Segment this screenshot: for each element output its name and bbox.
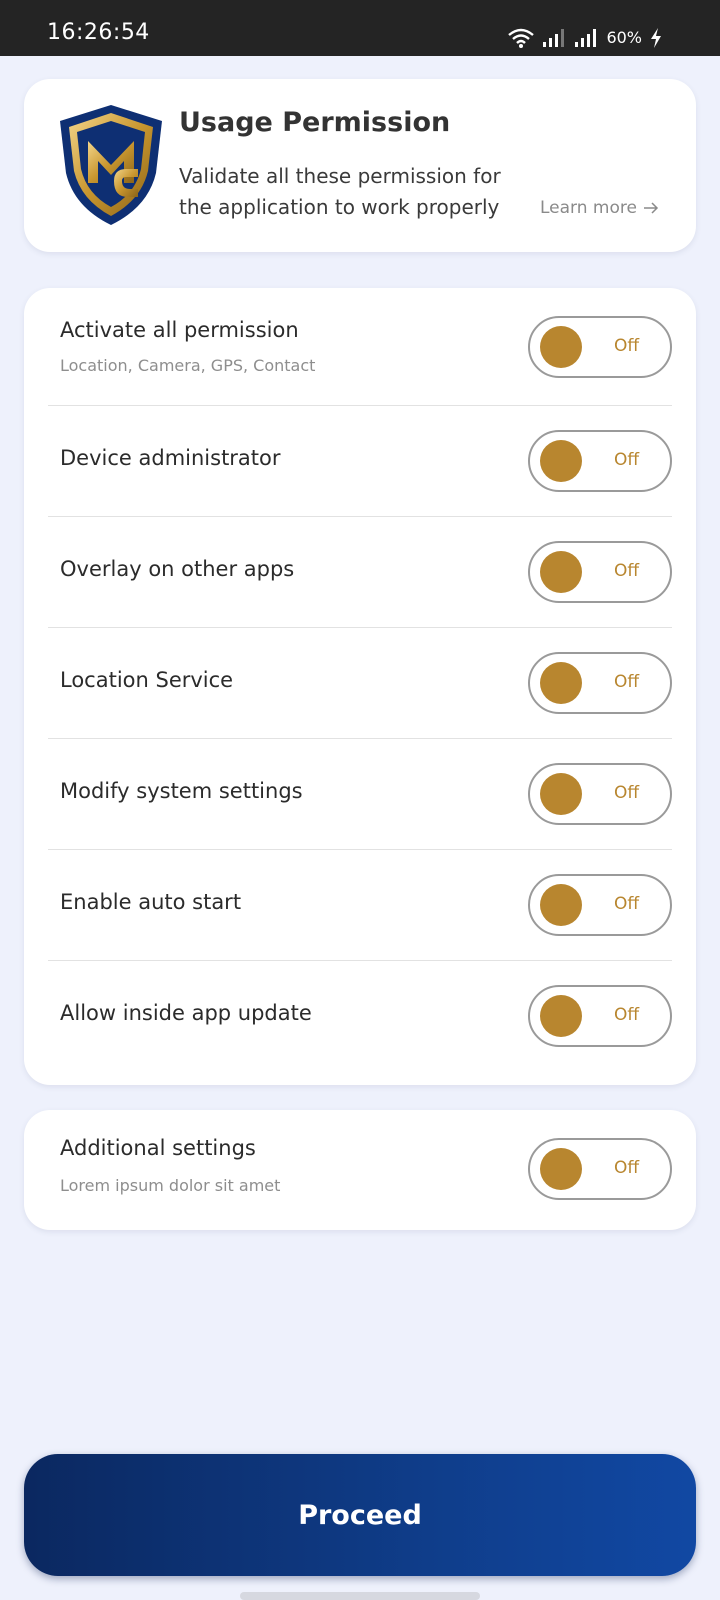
additional-settings-title: Additional settings [60, 1136, 256, 1160]
location-toggle[interactable]: Off [528, 652, 672, 714]
overlay-toggle[interactable]: Off [528, 541, 672, 603]
permission-row-modify-settings: Modify system settings Off [48, 739, 672, 850]
toggle-state: Off [614, 672, 640, 692]
battery-level: 60% [606, 28, 642, 47]
permission-title: Location Service [60, 668, 234, 692]
modify-settings-toggle[interactable]: Off [528, 763, 672, 825]
permissions-list: Activate all permission Location, Camera… [24, 288, 696, 1085]
charging-bolt-icon [651, 28, 661, 48]
permission-row-location: Location Service Off [48, 628, 672, 739]
toggle-knob [540, 326, 582, 368]
permission-row-auto-start: Enable auto start Off [48, 850, 672, 961]
toggle-state: Off [614, 894, 640, 914]
header-description: Validate all these permission for the ap… [179, 164, 501, 219]
toggle-state: Off [614, 1158, 640, 1178]
auto-start-toggle[interactable]: Off [528, 874, 672, 936]
toggle-state: Off [614, 450, 640, 470]
signal-icon [575, 29, 597, 47]
permission-title: Device administrator [60, 446, 281, 470]
additional-settings-subtitle: Lorem ipsum dolor sit amet [60, 1176, 281, 1195]
arrow-right-icon [643, 202, 659, 214]
home-indicator [240, 1592, 480, 1600]
toggle-knob [540, 440, 582, 482]
toggle-knob [540, 884, 582, 926]
shield-logo-icon [60, 105, 162, 225]
additional-settings-card: Additional settings Lorem ipsum dolor si… [24, 1110, 696, 1230]
status-icons: 60% [508, 22, 662, 48]
toggle-state: Off [614, 783, 640, 803]
toggle-knob [540, 773, 582, 815]
wifi-icon [508, 28, 535, 48]
permission-row-device-admin: Device administrator Off [48, 406, 672, 517]
permission-title: Enable auto start [60, 890, 242, 914]
toggle-knob [540, 662, 582, 704]
learn-more-label: Learn more [540, 198, 637, 218]
toggle-state: Off [614, 336, 640, 356]
additional-settings-row: Additional settings Lorem ipsum dolor si… [48, 1110, 672, 1230]
permission-title: Modify system settings [60, 779, 303, 803]
status-time: 16:26:54 [47, 20, 150, 45]
usage-permission-card: Usage Permission Validate all these perm… [24, 79, 696, 252]
signal-icon [543, 29, 565, 47]
permission-title: Activate all permission [60, 318, 299, 342]
permission-row-app-update: Allow inside app update Off [48, 961, 672, 1083]
device-admin-toggle[interactable]: Off [528, 430, 672, 492]
app-update-toggle[interactable]: Off [528, 985, 672, 1047]
page-title: Usage Permission [179, 107, 451, 138]
proceed-button[interactable]: Proceed [24, 1454, 696, 1576]
permission-row-overlay: Overlay on other apps Off [48, 517, 672, 628]
toggle-state: Off [614, 1005, 640, 1025]
toggle-knob [540, 1148, 582, 1190]
learn-more-link[interactable]: Learn more [540, 198, 659, 218]
permission-subtitle: Location, Camera, GPS, Contact [60, 356, 316, 375]
activate-all-toggle[interactable]: Off [528, 316, 672, 378]
additional-settings-toggle[interactable]: Off [528, 1138, 672, 1200]
permission-title: Overlay on other apps [60, 557, 295, 581]
status-bar: 16:26:54 60% [0, 0, 720, 56]
permission-row-activate-all: Activate all permission Location, Camera… [48, 288, 672, 406]
toggle-knob [540, 995, 582, 1037]
permission-title: Allow inside app update [60, 1001, 312, 1025]
toggle-state: Off [614, 561, 640, 581]
toggle-knob [540, 551, 582, 593]
